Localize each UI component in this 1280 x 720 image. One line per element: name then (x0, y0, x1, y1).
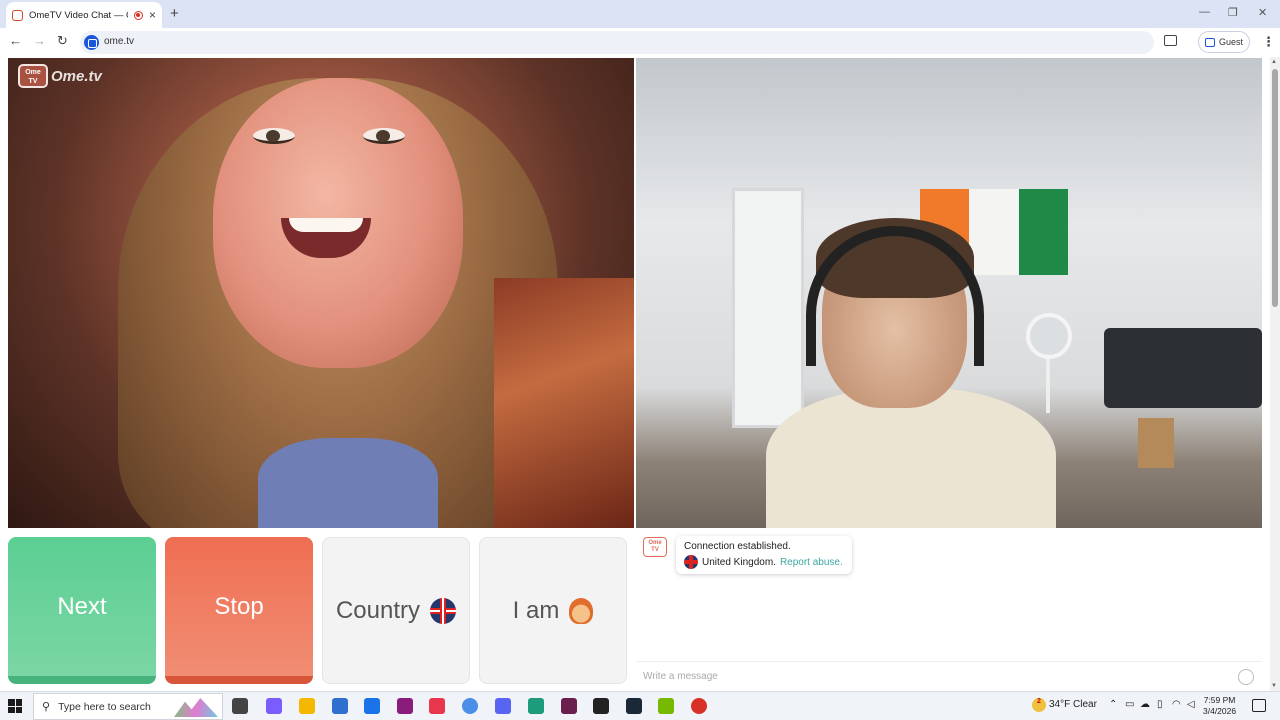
profile-label: Guest (1218, 37, 1243, 47)
chat-panel: Ome TV Connection established. United Ki… (636, 529, 1262, 691)
scroll-up-icon[interactable]: ▲ (1271, 59, 1277, 65)
taskbar-clock[interactable]: 7:59 PM 3/4/2026 (1203, 695, 1236, 717)
task-view-icon[interactable] (232, 698, 248, 714)
video-eye-shape (253, 128, 295, 144)
video-face-shape (213, 78, 463, 368)
file-explorer-icon[interactable] (299, 698, 315, 714)
ometv-page: Ome TV Ome.tv Next Stop Country I am Ome… (0, 57, 1270, 691)
stranger-video: Ome TV Ome.tv (8, 58, 634, 528)
profile-icon (1204, 37, 1215, 47)
tab-ometv[interactable]: OmeTV Video Chat — Ome × (6, 2, 162, 28)
copilot-icon[interactable] (266, 698, 282, 714)
search-highlight-icon (174, 698, 218, 717)
stop-button-label: Stop (214, 592, 264, 620)
gender-button[interactable]: I am (479, 537, 627, 684)
steam-icon[interactable] (626, 698, 642, 714)
forward-button[interactable]: → (33, 33, 46, 48)
close-window-button[interactable]: ✕ (1258, 6, 1267, 19)
profile-button[interactable]: Guest (1198, 31, 1250, 53)
video-shirt-shape (766, 388, 1056, 528)
outlook-icon[interactable] (364, 698, 380, 714)
connection-status: Connection established. (684, 541, 791, 552)
windows-start-icon[interactable] (8, 699, 22, 713)
music-icon[interactable] (429, 698, 445, 714)
weather-temp[interactable]: 34°F (1049, 699, 1070, 710)
epic-icon[interactable] (593, 698, 609, 714)
ometv-logo-text: Ome.tv (51, 67, 102, 85)
chrome-active-icon[interactable] (691, 698, 707, 714)
taskbar: ⚲ Type here to search 2 34°F Clear ⌃ ▭ ☁… (0, 691, 1280, 720)
country-button-label: Country (335, 596, 421, 624)
system-message: Connection established. United Kingdom. … (676, 536, 852, 574)
minimize-button[interactable]: — (1199, 6, 1210, 18)
browser-menu-icon[interactable]: ⋮ (1262, 34, 1275, 50)
uk-flag-icon (430, 597, 457, 624)
reload-button[interactable]: ↻ (57, 33, 68, 49)
video-bed-shape (1104, 328, 1262, 408)
clock-date: 3/4/2026 (1203, 706, 1237, 716)
tray-wifi-icon[interactable]: ◠ (1172, 699, 1181, 710)
tab-title: OmeTV Video Chat — Ome (29, 9, 128, 21)
ometv-logo: Ome TV Ome.tv (18, 64, 102, 88)
site-info-icon[interactable] (84, 35, 99, 50)
boy-avatar-icon (569, 597, 594, 624)
recording-icon (133, 10, 143, 20)
nvidia-icon[interactable] (658, 698, 674, 714)
next-icon[interactable] (397, 698, 413, 714)
chat-ometv-icon: Ome TV (643, 537, 667, 557)
video-background-shape (494, 278, 634, 528)
gender-button-label: I am (512, 596, 560, 624)
video-mouth-shape (281, 218, 371, 258)
pdf-icon[interactable] (561, 698, 577, 714)
restore-button[interactable]: ❐ (1228, 6, 1238, 19)
scroll-thumb[interactable] (1272, 69, 1278, 307)
notification-icon[interactable] (1252, 699, 1266, 712)
tray-cloud-icon[interactable]: ☁ (1140, 699, 1150, 710)
weather-desc[interactable]: Clear (1073, 699, 1097, 710)
chrome-icon[interactable] (462, 698, 478, 714)
video-door-shape (732, 188, 804, 428)
ometv-favicon-icon (12, 9, 23, 21)
weather-icon[interactable]: 2 (1032, 698, 1046, 712)
video-clothing-shape (258, 438, 438, 528)
store-icon[interactable] (332, 698, 348, 714)
app-icon[interactable] (528, 698, 544, 714)
tab-strip: OmeTV Video Chat — Ome × + — ❐ ✕ (0, 0, 1280, 28)
message-input[interactable] (636, 661, 1262, 691)
tray-network-icon[interactable]: ▭ (1125, 699, 1134, 710)
taskbar-search[interactable]: ⚲ Type here to search (33, 693, 223, 720)
search-icon: ⚲ (42, 701, 51, 713)
uk-flag-small-icon (684, 555, 698, 569)
discord-icon[interactable] (495, 698, 511, 714)
report-abuse-link[interactable]: Report abuse. (780, 557, 843, 568)
address-bar[interactable]: ome.tv (80, 31, 1154, 54)
tray-chevron-icon[interactable]: ⌃ (1109, 699, 1117, 710)
video-fan-stand-shape (1046, 358, 1050, 413)
scroll-down-icon[interactable]: ▼ (1271, 683, 1277, 689)
ometv-logo-icon: Ome TV (18, 64, 48, 88)
url-text: ome.tv (104, 36, 135, 47)
back-button[interactable]: ← (9, 33, 22, 48)
tray-usb-icon[interactable]: ▯ (1157, 699, 1163, 710)
browser-toolbar: ← → ↻ ome.tv Guest ⋮ (0, 28, 1280, 57)
next-button[interactable]: Next (8, 537, 156, 684)
video-eye-shape (363, 128, 405, 144)
new-tab-button[interactable]: + (170, 5, 179, 22)
country-button[interactable]: Country (322, 537, 470, 684)
stop-button[interactable]: Stop (165, 537, 313, 684)
self-video (636, 58, 1262, 528)
tab-close-icon[interactable]: × (149, 8, 156, 22)
emoji-icon[interactable] (1238, 669, 1254, 685)
clock-time: 7:59 PM (1203, 695, 1236, 705)
side-panel-icon[interactable] (1164, 35, 1177, 46)
next-button-label: Next (57, 592, 107, 620)
video-fan-shape (1026, 313, 1072, 359)
page-scrollbar[interactable]: ▲ ▼ (1270, 57, 1280, 691)
taskbar-search-placeholder: Type here to search (58, 700, 151, 713)
stranger-country: United Kingdom. (702, 556, 776, 568)
tray-volume-icon[interactable]: ◁ (1187, 699, 1195, 710)
video-bag-shape (1138, 418, 1174, 468)
